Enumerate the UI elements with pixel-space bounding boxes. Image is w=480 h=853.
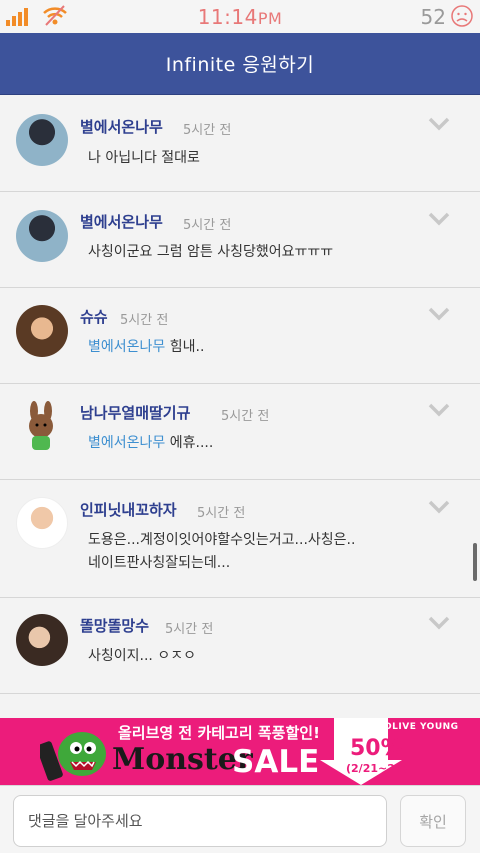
- ad-brand-text: 올리브영 전 카테고리 폭풍할인!: [118, 724, 320, 742]
- comment-text: 별에서온나무 힘내..: [88, 339, 205, 355]
- comment-author[interactable]: 슈슈: [80, 306, 108, 327]
- mention-link[interactable]: 별에서온나무: [88, 435, 165, 451]
- chevron-down-icon[interactable]: [428, 403, 450, 417]
- title-bar: Infinite 응원하기: [0, 33, 480, 95]
- ad-percent: 50%: [350, 736, 403, 761]
- monster-mascot-icon: [40, 732, 106, 781]
- comment-item: [0, 694, 480, 718]
- comment-text: 사칭이군요 그럼 암튼 사칭당했어요ㅠㅠㅠ: [88, 244, 334, 260]
- avatar[interactable]: [16, 305, 68, 357]
- comment-time: 5시간 전: [221, 409, 270, 424]
- avatar[interactable]: [16, 614, 68, 666]
- comment-author[interactable]: 별에서온나무: [80, 211, 163, 232]
- comment-item: 똘망똘망수 5시간 전 사칭이지... ㅇㅈㅇ: [0, 598, 480, 694]
- page-title: Infinite 응원하기: [165, 54, 315, 76]
- battery-face-icon: [451, 5, 473, 27]
- comment-time: 5시간 전: [197, 506, 246, 521]
- comment-time: 5시간 전: [183, 123, 232, 138]
- comment-time: 5시간 전: [120, 313, 169, 328]
- chevron-down-icon[interactable]: [428, 212, 450, 226]
- comment-text: 별에서온나무 에휴....: [88, 435, 214, 451]
- comment-input[interactable]: [13, 795, 387, 847]
- chevron-down-icon[interactable]: [428, 117, 450, 131]
- comment-author[interactable]: 별에서온나무: [80, 116, 163, 137]
- ad-sale-text: SALE: [232, 744, 320, 780]
- comment-item: 남나무열매딸기규 5시간 전 별에서온나무 에휴....: [0, 384, 480, 480]
- chevron-down-icon[interactable]: [428, 500, 450, 514]
- avatar[interactable]: [16, 401, 68, 453]
- comment-time: 5시간 전: [165, 622, 214, 637]
- submit-button[interactable]: 확인: [400, 795, 466, 847]
- ad-banner[interactable]: 올리브영 전 카테고리 폭풍할인! Monster SALE 50% (2/21…: [0, 718, 480, 785]
- comment-item: 슈슈 5시간 전 별에서온나무 힘내..: [0, 288, 480, 384]
- mention-link[interactable]: 별에서온나무: [88, 339, 165, 355]
- bunny-avatar-icon: [29, 401, 53, 450]
- comment-text: 나 아닙니다 절대로: [88, 150, 200, 166]
- comment-time: 5시간 전: [183, 218, 232, 233]
- chevron-down-icon[interactable]: [428, 307, 450, 321]
- comment-item: 별에서온나무 5시간 전 사칭이군요 그럼 암튼 사칭당했어요ㅠㅠㅠ: [0, 192, 480, 288]
- comment-text: 사칭이지... ㅇㅈㅇ: [88, 648, 196, 664]
- comment-list[interactable]: 별에서온나무 5시간 전 나 아닙니다 절대로 별에서온나무 5시간 전 사칭이…: [0, 95, 480, 718]
- battery-level: 52: [420, 5, 446, 29]
- avatar[interactable]: [16, 497, 68, 549]
- comment-author[interactable]: 남나무열매딸기규: [80, 402, 190, 423]
- avatar[interactable]: [16, 210, 68, 262]
- comment-text: 도용은...계정이잇어야할수잇는거고...사칭은.. 네이트판사칭잘되는데...: [88, 532, 356, 571]
- scrollbar[interactable]: [473, 543, 477, 581]
- comment-author[interactable]: 똘망똘망수: [80, 615, 149, 636]
- comment-author[interactable]: 인피닛내꼬하자: [80, 499, 177, 520]
- chevron-down-icon[interactable]: [428, 616, 450, 630]
- ad-dates: (2/21~27): [346, 762, 408, 775]
- comment-item: 인피닛내꼬하자 5시간 전 도용은...계정이잇어야할수잇는거고...사칭은..…: [0, 480, 480, 598]
- comment-input-bar: 확인: [0, 785, 480, 853]
- ad-logo: OLIVE YOUNG: [384, 722, 459, 732]
- status-bar: 11:14PM 52: [0, 0, 480, 33]
- avatar[interactable]: [16, 114, 68, 166]
- status-time: 11:14PM: [197, 5, 283, 29]
- comment-item: 별에서온나무 5시간 전 나 아닙니다 절대로: [0, 95, 480, 192]
